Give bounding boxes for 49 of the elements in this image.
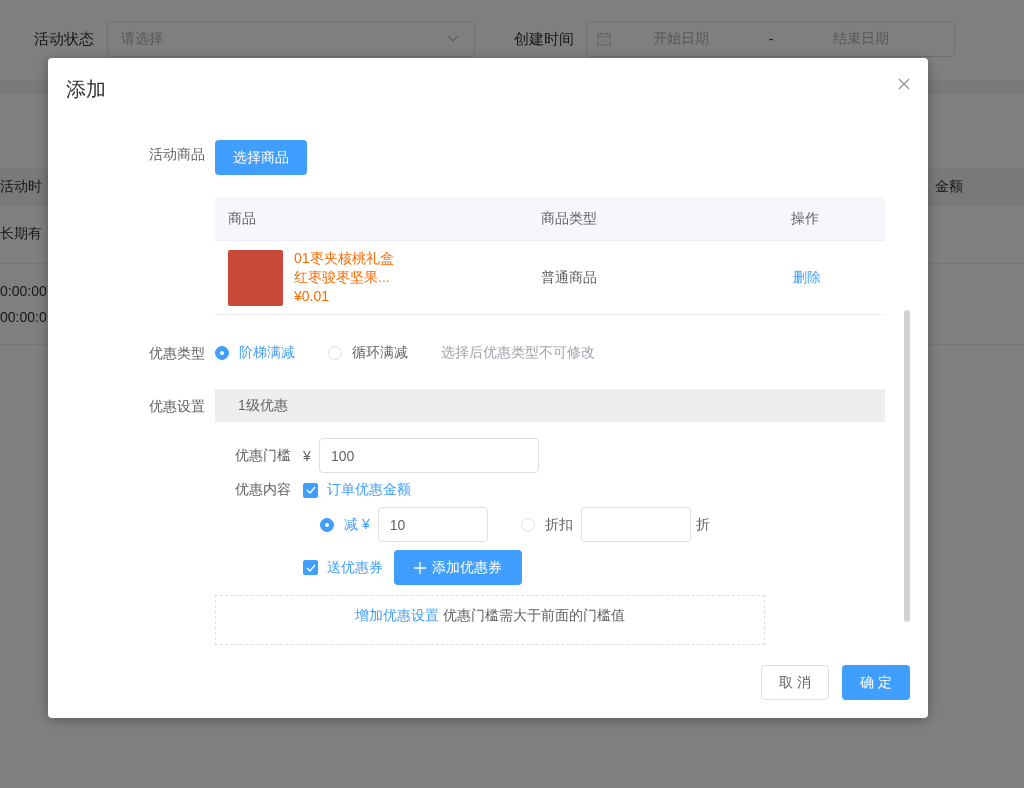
- radio-label[interactable]: 折扣: [544, 515, 573, 534]
- table-cell-text: 普通商品: [541, 268, 598, 287]
- form-label: 活动商品: [148, 146, 206, 164]
- product-name[interactable]: 01枣夹核桃礼盒红枣骏枣坚果...: [294, 249, 400, 287]
- radio-button[interactable]: [215, 346, 229, 360]
- column-header: 商品类型: [541, 209, 598, 228]
- table-cell-text: 00:00:0: [0, 308, 47, 327]
- form-label: 优惠类型: [148, 344, 206, 363]
- radio-label[interactable]: 阶梯满减: [239, 344, 295, 362]
- unit-label: 折: [695, 515, 710, 534]
- add-tier-text: 增加优惠设置 优惠门槛需大于前面的门槛值: [355, 607, 625, 623]
- filter-label: 创建时间: [514, 29, 575, 49]
- select-goods-button[interactable]: 选择商品: [215, 140, 307, 175]
- photo-placeholder: [228, 249, 283, 306]
- form-label: 优惠设置: [148, 397, 206, 416]
- product-price: ¥0.01: [294, 287, 331, 306]
- radio-button[interactable]: [320, 517, 334, 532]
- add-tier-link[interactable]: 增加优惠设置: [355, 607, 440, 623]
- amount-input[interactable]: 10: [377, 507, 488, 542]
- calendar-icon: [597, 32, 611, 46]
- column-header: 商品: [227, 209, 257, 228]
- table-cell-text: 长期有: [0, 224, 42, 243]
- add-coupon-button[interactable]: 添加优惠券: [394, 550, 522, 585]
- filter-label: 活动状态: [34, 29, 95, 49]
- field-label: 优惠内容: [235, 481, 292, 499]
- chevron-down-icon: [447, 35, 459, 43]
- table-cell-text: 0:00:00: [0, 282, 47, 301]
- cancel-button[interactable]: 取 消: [761, 665, 829, 700]
- currency-symbol: ¥: [303, 447, 312, 464]
- delete-link[interactable]: 删除: [791, 268, 885, 287]
- column-header: 金额: [935, 178, 963, 196]
- close-icon: [898, 78, 910, 90]
- radio-label[interactable]: 减 ¥: [344, 515, 370, 534]
- hint-text: 选择后优惠类型不可修改: [441, 344, 595, 362]
- scrollbar-thumb[interactable]: [904, 310, 910, 622]
- dialog-title: 添加: [66, 77, 106, 102]
- threshold-input[interactable]: 100: [319, 438, 539, 473]
- column-header: 操作: [791, 209, 820, 228]
- checkbox-label[interactable]: 送优惠券: [327, 558, 383, 577]
- column-header: 活动时: [0, 178, 42, 196]
- field-label: 优惠门槛: [235, 446, 292, 465]
- tier-title: 1级优惠: [238, 396, 288, 415]
- radio-label[interactable]: 循环满减: [352, 344, 408, 362]
- checkbox[interactable]: [303, 560, 318, 575]
- checkbox[interactable]: [303, 482, 318, 498]
- confirm-button[interactable]: 确 定: [842, 665, 910, 700]
- plus-icon: [414, 561, 426, 574]
- checkbox-label[interactable]: 订单优惠金额: [327, 481, 411, 499]
- amount-input[interactable]: [580, 507, 691, 542]
